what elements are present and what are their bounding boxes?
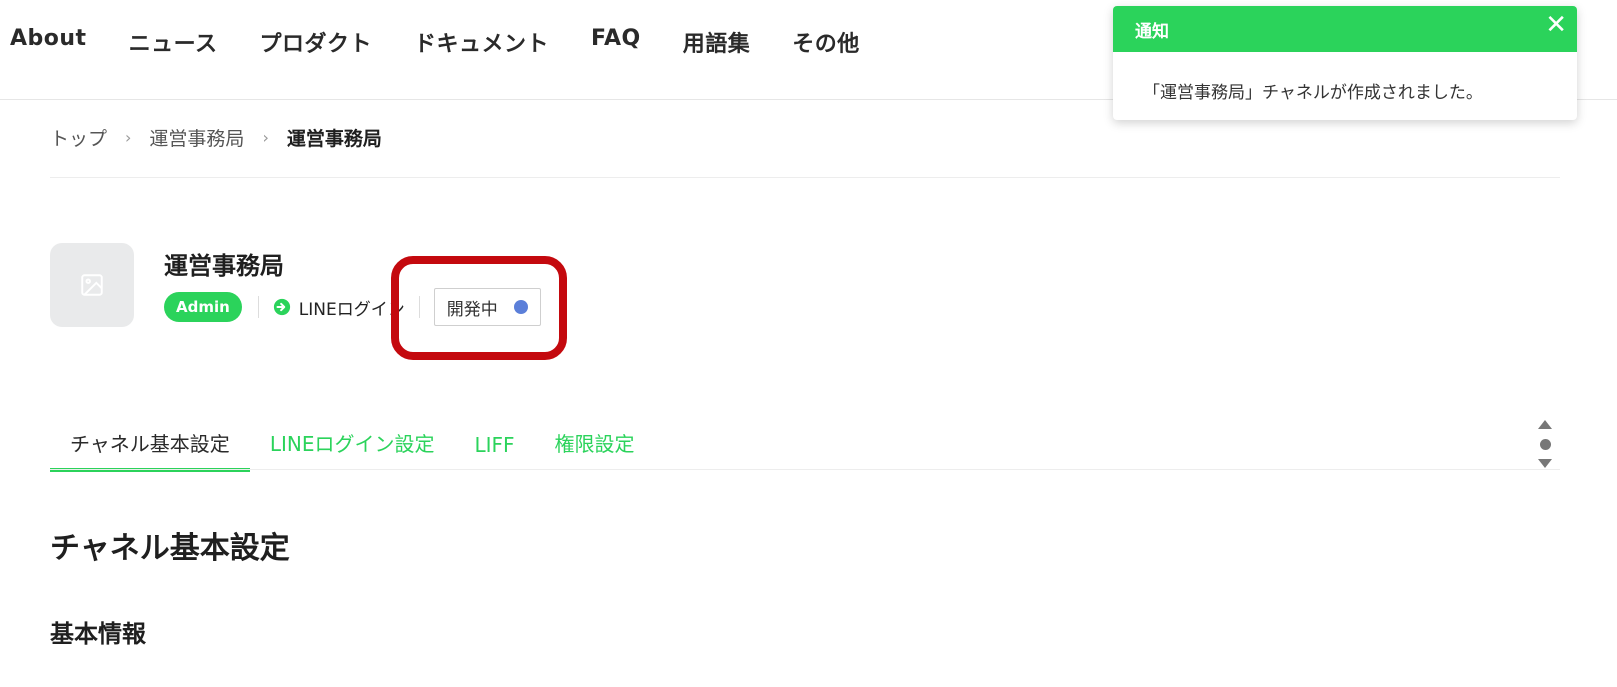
nav-item-glossary[interactable]: 用語集 <box>683 26 751 58</box>
scroll-control[interactable] <box>1537 420 1553 468</box>
channel-icon-placeholder <box>50 243 134 327</box>
nav-item-faq[interactable]: FAQ <box>591 26 641 58</box>
breadcrumb: トップ › 運営事務局 › 運営事務局 <box>50 124 382 151</box>
chevron-right-icon: › <box>262 128 269 147</box>
nav-item-documents[interactable]: ドキュメント <box>414 26 549 58</box>
toast-header: 通知 ✕ <box>1113 6 1577 52</box>
toast-title: 通知 <box>1135 21 1169 42</box>
breadcrumb-top[interactable]: トップ <box>50 124 107 151</box>
tab-line-login-settings[interactable]: LINEログイン設定 <box>250 420 455 472</box>
channel-type: LINEログイン <box>298 299 405 320</box>
channel-meta: Admin LINEログイン 開発中 <box>164 288 541 326</box>
tab-basic-settings[interactable]: チャネル基本設定 <box>50 420 250 472</box>
status-dot <box>513 300 528 314</box>
notification-toast: 通知 ✕ 「運営事務局」チャネルが作成されました。 <box>1113 6 1577 120</box>
nav-item-other[interactable]: その他 <box>792 26 860 58</box>
breadcrumb-provider[interactable]: 運営事務局 <box>149 124 244 151</box>
breadcrumb-current: 運営事務局 <box>286 128 382 150</box>
nav-item-about[interactable]: About <box>10 26 87 58</box>
nav-menu: About ニュース プロダクト ドキュメント FAQ 用語集 その他 <box>10 26 902 58</box>
divider <box>50 177 1560 178</box>
divider <box>418 296 420 318</box>
role-badge: Admin <box>164 292 242 322</box>
chevron-right-icon: › <box>125 128 132 147</box>
scroll-position-icon <box>1539 438 1551 450</box>
channel-name: 運営事務局 <box>164 252 284 280</box>
nav-item-news[interactable]: ニュース <box>129 26 218 58</box>
image-icon <box>81 274 103 296</box>
section-title: チャネル基本設定 <box>50 531 290 566</box>
divider <box>257 296 259 318</box>
tab-liff[interactable]: LIFF <box>454 425 534 472</box>
subsection-title: 基本情報 <box>50 620 146 648</box>
tabs-divider <box>50 469 1560 470</box>
nav-item-products[interactable]: プロダクト <box>259 26 372 58</box>
channel-status-badge[interactable]: 開発中 <box>433 288 541 326</box>
tab-permissions[interactable]: 権限設定 <box>535 420 655 472</box>
scroll-up-icon[interactable] <box>1538 420 1552 429</box>
channel-tabs: チャネル基本設定 LINEログイン設定 LIFF 権限設定 <box>50 420 655 472</box>
close-icon[interactable]: ✕ <box>1545 12 1567 38</box>
login-icon <box>273 298 290 316</box>
scroll-down-icon[interactable] <box>1538 459 1552 468</box>
status-label: 開発中 <box>446 299 498 320</box>
toast-message: 「運営事務局」チャネルが作成されました。 <box>1143 83 1483 103</box>
